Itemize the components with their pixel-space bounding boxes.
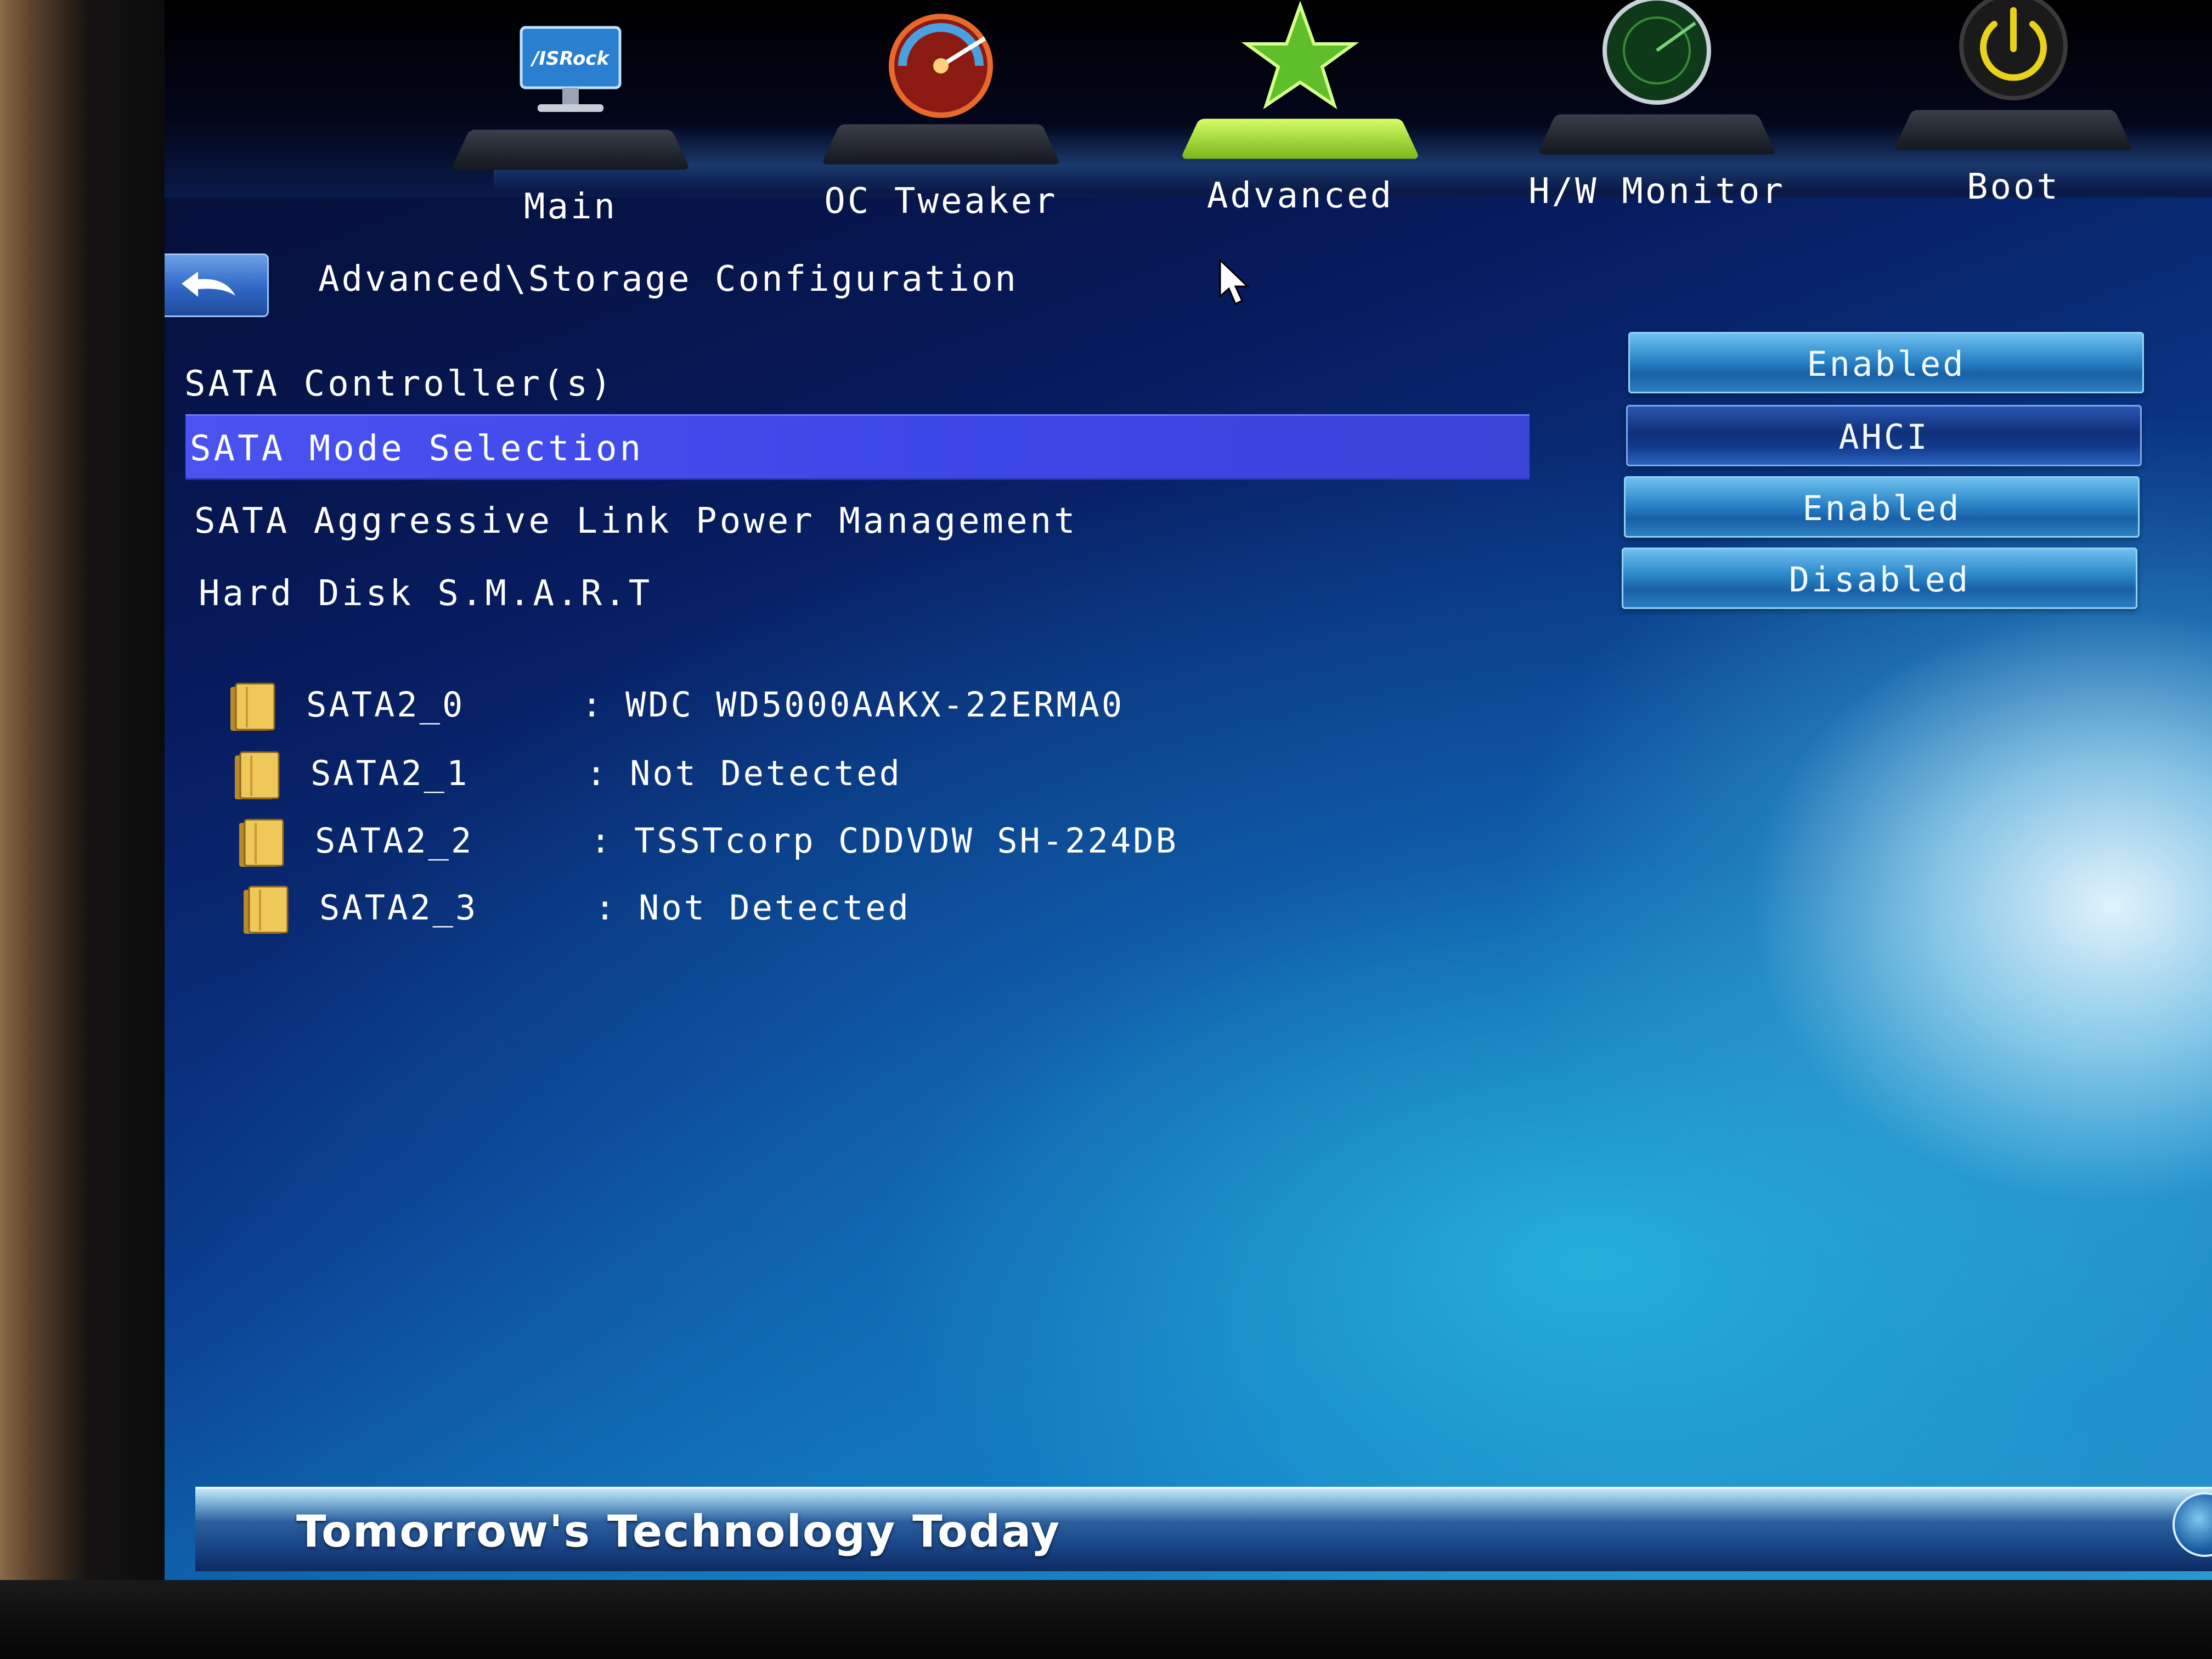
drive-model: Not Detected — [630, 753, 902, 793]
drive-port: SATA2_0 — [306, 685, 465, 725]
tab-boot-label: Boot — [1966, 167, 2061, 207]
monitor-bezel-left — [0, 0, 165, 1659]
folder-icon — [230, 682, 275, 731]
setting-label: Hard Disk S.M.A.R.T — [199, 573, 653, 614]
drive-row: SATA2_2 : TSSTcorp CDDVDW SH-224DB — [234, 811, 1441, 871]
drive-port: SATA2_2 — [315, 821, 474, 861]
tab-advanced-label: Advanced — [1206, 176, 1394, 216]
nav-pedestal — [1537, 114, 1777, 155]
monitor-bezel-bottom — [0, 1580, 2212, 1659]
tab-advanced[interactable]: Advanced — [1158, 0, 1443, 241]
drive-model: WDC WD5000AAKX-22ERMA0 — [625, 685, 1125, 725]
folder-icon — [235, 751, 280, 799]
smart-value-button[interactable]: Disabled — [1622, 548, 2137, 609]
nav-pedestal — [450, 129, 691, 170]
folder-icon — [244, 885, 289, 934]
tab-main[interactable]: /ISRock Main — [428, 0, 713, 252]
drive-port: SATA2_1 — [311, 753, 470, 793]
setting-label: SATA Mode Selection — [190, 428, 644, 469]
sata-mode-value-button[interactable]: AHCI — [1626, 405, 2142, 466]
link-power-management-value-button[interactable]: Enabled — [1624, 476, 2140, 538]
drive-row: SATA2_0 : WDC WD5000AAKX-22ERMA0 — [225, 675, 1432, 735]
drive-row: SATA2_1 : Not Detected — [229, 743, 1436, 804]
tab-boot[interactable]: Boot — [1871, 0, 2156, 233]
nav-pedestal-active — [1180, 119, 1420, 159]
bios-screen: /ISRock Main OC Tweaker Advanced H/W Mon… — [165, 0, 2212, 1580]
tab-hw-monitor[interactable]: H/W Monitor — [1514, 0, 1799, 237]
asrock-monitor-icon: /ISRock — [520, 26, 622, 112]
drive-separator: : — [595, 888, 618, 928]
breadcrumb: Advanced\Storage Configuration — [318, 259, 1018, 300]
drive-model: Not Detected — [639, 888, 911, 928]
radar-icon — [1602, 0, 1711, 105]
drive-separator: : — [582, 685, 605, 725]
speedometer-icon — [889, 14, 993, 118]
drive-separator: : — [590, 821, 613, 861]
back-button[interactable] — [165, 253, 269, 317]
tab-oc-tweaker-label: OC Tweaker — [824, 181, 1058, 222]
drive-row: SATA2_3 : Not Detected — [238, 878, 1445, 938]
nav-pedestal — [1893, 110, 2134, 150]
drive-model: TSSTcorp CDDVDW SH-224DB — [634, 821, 1178, 861]
sata-controllers-value-button[interactable]: Enabled — [1628, 332, 2144, 393]
power-icon — [1959, 0, 2068, 100]
setting-sata-mode-selection[interactable]: SATA Mode Selection — [185, 414, 1530, 480]
drive-port: SATA2_3 — [319, 888, 478, 928]
star-icon — [1241, 1, 1359, 110]
back-arrow-icon — [182, 272, 235, 297]
setting-sata-aggressive-link-power-management[interactable]: SATA Aggressive Link Power Management — [190, 488, 1534, 554]
nav-pedestal — [821, 124, 1061, 165]
footer-slogan: Tomorrow's Technology Today — [296, 1506, 1060, 1557]
setting-sata-controllers[interactable]: SATA Controller(s) — [180, 351, 1524, 417]
tab-oc-tweaker[interactable]: OC Tweaker — [798, 0, 1084, 247]
setting-hard-disk-smart[interactable]: Hard Disk S.M.A.R.T — [194, 561, 1538, 627]
svg-text:/ISRock: /ISRock — [530, 48, 611, 70]
drive-separator: : — [586, 753, 609, 793]
mouse-cursor-icon — [1219, 258, 1250, 306]
setting-label: SATA Aggressive Link Power Management — [194, 501, 1078, 541]
folder-icon — [239, 819, 284, 867]
setting-label: SATA Controller(s) — [184, 364, 614, 404]
tab-hw-monitor-label: H/W Monitor — [1528, 171, 1785, 212]
tab-main-label: Main — [523, 187, 618, 227]
